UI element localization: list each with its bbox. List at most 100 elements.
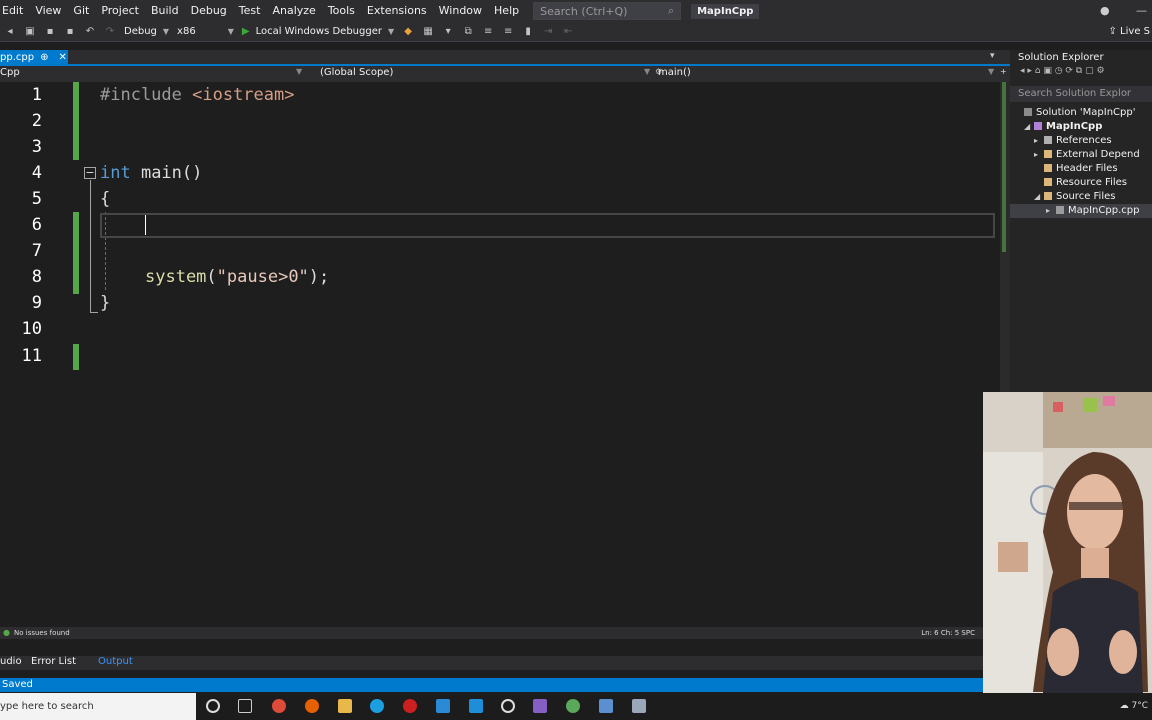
tree-label: Solution 'MapInCpp' (1036, 107, 1136, 118)
menu-extensions[interactable]: Extensions (361, 0, 433, 22)
temperature: 7°C (1131, 701, 1148, 711)
navigation-bar: Cpp ▼ (Global Scope) ▼ ⚙ main() ▼ + (0, 66, 1010, 82)
chevron-down-icon[interactable]: ▾ (441, 25, 455, 39)
chevron-down-icon[interactable]: ▼ (296, 67, 302, 76)
code-line: 10 (0, 316, 995, 342)
platform-select[interactable]: x86 ▼ (177, 26, 234, 37)
live-share-button[interactable]: ⇪ Live S (1108, 26, 1150, 37)
undo-icon[interactable]: ↶ (83, 25, 97, 39)
menu-git[interactable]: Git (67, 0, 95, 22)
hot-reload-icon[interactable]: ◆ (401, 25, 415, 39)
search-input[interactable]: Search (Ctrl+Q) ⌕ (533, 2, 682, 20)
back-icon[interactable]: ◂ (3, 25, 17, 39)
menu-test[interactable]: Test (233, 0, 267, 22)
redo-icon[interactable]: ↷ (103, 25, 117, 39)
edge-icon[interactable] (370, 699, 384, 713)
opera-icon[interactable] (403, 699, 417, 713)
tree-references[interactable]: ▸ References (1034, 134, 1112, 148)
save-all-icon[interactable]: ▪ (63, 25, 77, 39)
line-number: 11 (21, 346, 42, 366)
collapsed-icon: ▸ (1034, 136, 1039, 145)
tree-source-files[interactable]: ◢ Source Files (1034, 190, 1115, 204)
app-icon[interactable] (566, 699, 580, 713)
solution-title: MapInCpp (691, 3, 760, 19)
cortana-icon[interactable] (206, 699, 220, 713)
vscode-icon[interactable] (436, 699, 450, 713)
diagnostics-icon[interactable]: ▦ (421, 25, 435, 39)
tab-audio[interactable]: udio (0, 656, 22, 667)
indent-icon[interactable]: ≡ (481, 25, 495, 39)
tree-solution[interactable]: Solution 'MapInCpp' (1024, 106, 1135, 120)
open-brace: { (100, 189, 111, 209)
task-view-icon[interactable] (238, 699, 252, 713)
tab-label: pp.cpp (0, 52, 35, 63)
collapse-icon[interactable]: − (84, 167, 96, 179)
pin-icon[interactable]: ⊕ (40, 50, 48, 66)
bookmark-icon[interactable]: ⧉ (461, 25, 475, 39)
cursor-position: Ln: 6 Ch: 5 SPC (921, 629, 975, 637)
visual-studio-icon[interactable] (533, 699, 547, 713)
notepad-icon[interactable] (632, 699, 646, 713)
close-icon[interactable]: ✕ (58, 50, 66, 66)
issues-status[interactable]: No issues found (14, 629, 70, 637)
config-select[interactable]: Debug ▼ (124, 26, 169, 37)
clear-bookmarks-icon[interactable]: ⇤ (561, 25, 575, 39)
new-file-icon[interactable]: ▣ (23, 25, 37, 39)
tab-mapincpp-cpp[interactable]: pp.cpp ⊕ ✕ (0, 50, 68, 66)
menu-help[interactable]: Help (488, 0, 525, 22)
scope-dropdown[interactable]: (Global Scope) (320, 67, 393, 78)
close-brace: } (100, 293, 111, 313)
include-header: <iostream> (181, 85, 295, 105)
saved-status: Saved (2, 679, 33, 690)
menu-debug[interactable]: Debug (185, 0, 233, 22)
file-explorer-icon[interactable] (338, 699, 352, 713)
tree-header-files[interactable]: Header Files (1044, 162, 1118, 176)
menu-view[interactable]: View (29, 0, 67, 22)
solution-icon (1024, 108, 1032, 116)
document-tab-row: pp.cpp ⊕ ✕ ▾ (0, 50, 1010, 66)
menu-analyze[interactable]: Analyze (266, 0, 321, 22)
line-number: 2 (31, 111, 42, 131)
code-editor[interactable]: 1 #include <iostream> 2 3 4 int main() 5… (0, 82, 1000, 626)
account-icon[interactable]: ● (1100, 0, 1110, 22)
line-number: 9 (31, 293, 42, 313)
terminal-icon[interactable] (469, 699, 483, 713)
save-icon[interactable]: ▪ (43, 25, 57, 39)
code-line: 11 (0, 343, 995, 369)
tree-project[interactable]: ◢ MapInCpp (1024, 120, 1102, 134)
tab-overflow-icon[interactable]: ▾ (990, 51, 995, 61)
minimize-icon[interactable]: — (1136, 0, 1147, 22)
expanded-icon: ◢ (1034, 192, 1041, 201)
tab-output[interactable]: Output (98, 656, 133, 667)
menu-edit[interactable]: Edit (0, 0, 29, 22)
menu-build[interactable]: Build (145, 0, 185, 22)
tree-external-dependencies[interactable]: ▸ External Depend (1034, 148, 1140, 162)
weather-widget[interactable]: ☁ 7°C (1120, 701, 1148, 711)
run-debugger-button[interactable]: ▶ Local Windows Debugger ▼ (242, 26, 394, 37)
menu-window[interactable]: Window (433, 0, 488, 22)
chrome-icon[interactable] (272, 699, 286, 713)
tree-file-mapincpp[interactable]: ▸ MapInCpp.cpp (1010, 204, 1152, 218)
function-dropdown[interactable]: main() (658, 67, 691, 78)
project-dropdown[interactable]: Cpp (0, 67, 20, 78)
chevron-down-icon[interactable]: ▼ (988, 67, 994, 76)
project-icon (1034, 122, 1042, 130)
line-number: 8 (31, 267, 42, 287)
taskbar-search-input[interactable]: ype here to search (0, 693, 196, 720)
play-icon: ▶ (241, 26, 250, 37)
chevron-down-icon[interactable]: ▼ (644, 67, 650, 76)
solution-search-input[interactable]: Search Solution Explor (1010, 86, 1152, 102)
tab-error-list[interactable]: Error List (31, 656, 76, 667)
tree-resource-files[interactable]: Resource Files (1044, 176, 1127, 190)
menu-project[interactable]: Project (95, 0, 145, 22)
notes-icon[interactable] (599, 699, 613, 713)
comment-icon[interactable]: ▮ (521, 25, 535, 39)
firefox-icon[interactable] (305, 699, 319, 713)
cpp-file-icon (1056, 206, 1064, 214)
menu-tools[interactable]: Tools (322, 0, 361, 22)
split-icon[interactable]: + (1000, 67, 1007, 76)
windows-taskbar: ype here to search ☁ 7°C (0, 693, 1152, 720)
next-bookmark-icon[interactable]: ⇥ (541, 25, 555, 39)
obs-icon[interactable] (501, 699, 515, 713)
outdent-icon[interactable]: ≡ (501, 25, 515, 39)
